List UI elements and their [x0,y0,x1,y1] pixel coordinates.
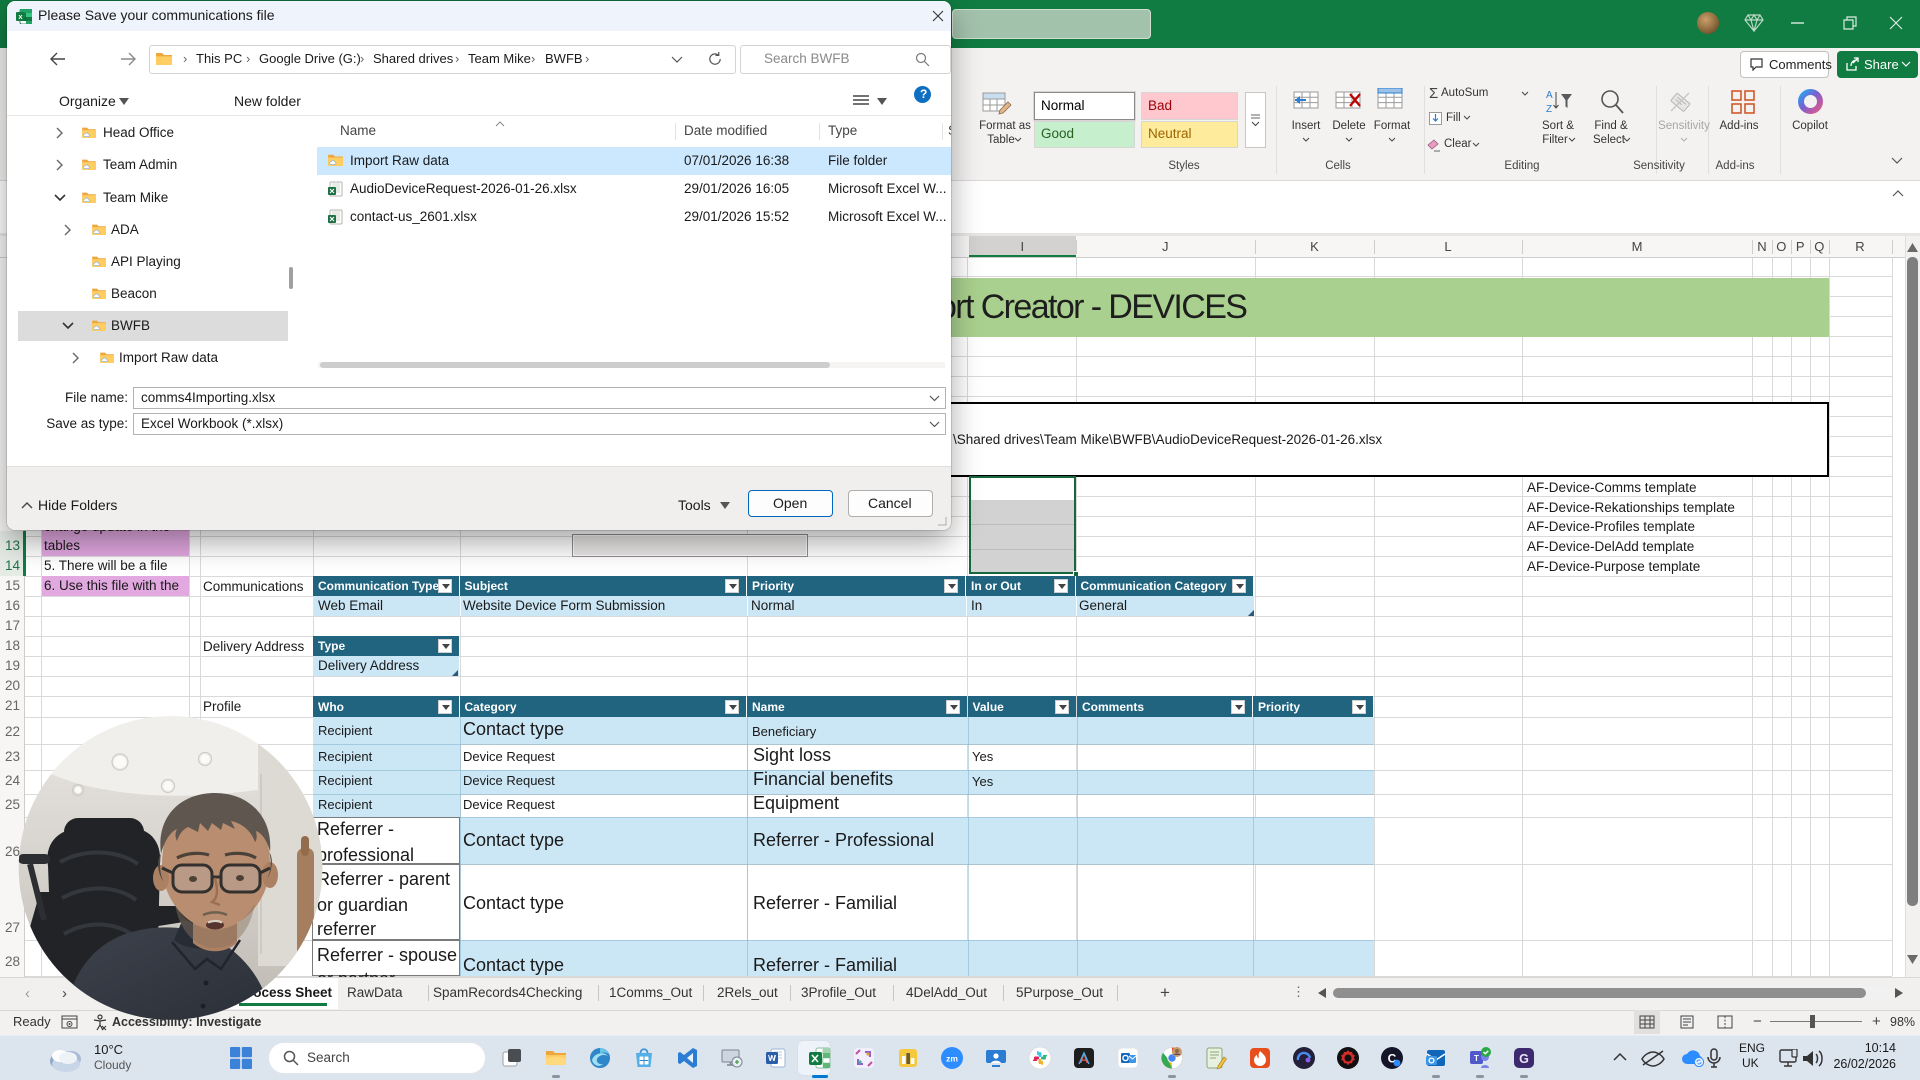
svg-text:A: A [1546,90,1553,101]
svg-text:T: T [1474,1054,1479,1063]
svg-text:zm: zm [946,1054,958,1064]
svg-text:Z: Z [1546,104,1552,115]
svg-text:G: G [1519,1052,1529,1066]
